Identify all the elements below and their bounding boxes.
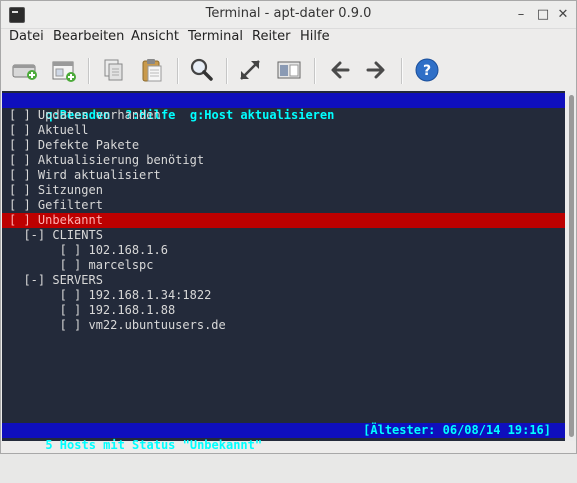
menu-ansicht[interactable]: Ansicht [131, 29, 179, 44]
toolbar-separator [314, 58, 316, 84]
menubar: Datei Bearbeiten Ansicht Terminal Reiter… [1, 28, 576, 52]
toolbar-separator [177, 58, 179, 84]
host-item[interactable]: [ ] 192.168.1.34:1822 [9, 288, 572, 303]
menu-reiter[interactable]: Reiter [252, 29, 291, 44]
new-window-icon[interactable] [49, 55, 79, 85]
maximize-icon[interactable]: □ [533, 5, 553, 25]
group-servers[interactable]: [-] SERVERS [9, 273, 572, 288]
status-oldest-timestamp: [Ältester: 06/08/14 19:16] [363, 423, 551, 437]
vertical-scrollbar[interactable] [566, 91, 576, 441]
group-clients[interactable]: [-] CLIENTS [9, 228, 572, 243]
terminal-screen[interactable]: q:Beenden ?:Hilfe g:Host aktualisieren [… [2, 91, 565, 452]
host-item[interactable]: [ ] 102.168.1.6 [9, 243, 572, 258]
paste-icon[interactable] [137, 55, 167, 85]
toolbar-separator [88, 58, 90, 84]
toolbar-separator [226, 58, 228, 84]
toolbar-separator [401, 58, 403, 84]
category-update-required[interactable]: [ ] Aktualisierung benötigt [9, 153, 572, 168]
host-item[interactable]: [ ] vm22.ubuntuusers.de [9, 318, 572, 333]
menu-bearbeiten[interactable]: Bearbeiten [53, 29, 124, 44]
host-item[interactable]: [ ] 192.168.1.88 [9, 303, 572, 318]
category-up-to-date[interactable]: [ ] Aktuell [9, 123, 572, 138]
terminal-header-bar: q:Beenden ?:Hilfe g:Host aktualisieren [2, 93, 565, 122]
close-icon[interactable]: ✕ [553, 5, 573, 25]
category-broken-packages[interactable]: [ ] Defekte Pakete [9, 138, 572, 153]
host-item[interactable]: [ ] marcelspc [9, 258, 572, 273]
category-filtered[interactable]: [ ] Gefiltert [9, 198, 572, 213]
category-updates-available[interactable]: [ ] Updates vorhanden [9, 108, 572, 123]
terminal-window: Terminal - apt-dater 0.9.0 – □ ✕ Datei B… [0, 0, 577, 454]
search-icon[interactable] [186, 55, 216, 85]
minimize-icon[interactable]: – [511, 5, 531, 25]
help-icon[interactable]: ? [412, 55, 442, 85]
menu-terminal[interactable]: Terminal [188, 29, 243, 44]
menu-datei[interactable]: Datei [9, 29, 44, 44]
new-tab-icon[interactable] [10, 55, 40, 85]
toolbar: ? [1, 53, 576, 89]
split-view-icon[interactable] [274, 55, 304, 85]
back-arrow-icon[interactable] [325, 55, 355, 85]
menu-hilfe[interactable]: Hilfe [300, 29, 330, 44]
category-sessions[interactable]: [ ] Sitzungen [9, 183, 572, 198]
category-unknown-selected[interactable]: [ ] Unbekannt [2, 213, 565, 228]
copy-icon[interactable] [98, 55, 128, 85]
forward-arrow-icon[interactable] [361, 55, 391, 85]
terminal-status-bar: 5 Hosts mit Status "Unbekannt" [Ältester… [2, 423, 565, 452]
scrollbar-thumb[interactable] [569, 95, 574, 437]
svg-text:?: ? [423, 63, 431, 79]
category-updating[interactable]: [ ] Wird aktualisiert [9, 168, 572, 183]
titlebar[interactable]: Terminal - apt-dater 0.9.0 – □ ✕ [1, 1, 576, 29]
fullscreen-icon[interactable] [235, 55, 265, 85]
window-title: Terminal - apt-dater 0.9.0 [205, 6, 372, 21]
status-host-count: 5 Hosts mit Status "Unbekannt" [45, 438, 263, 452]
